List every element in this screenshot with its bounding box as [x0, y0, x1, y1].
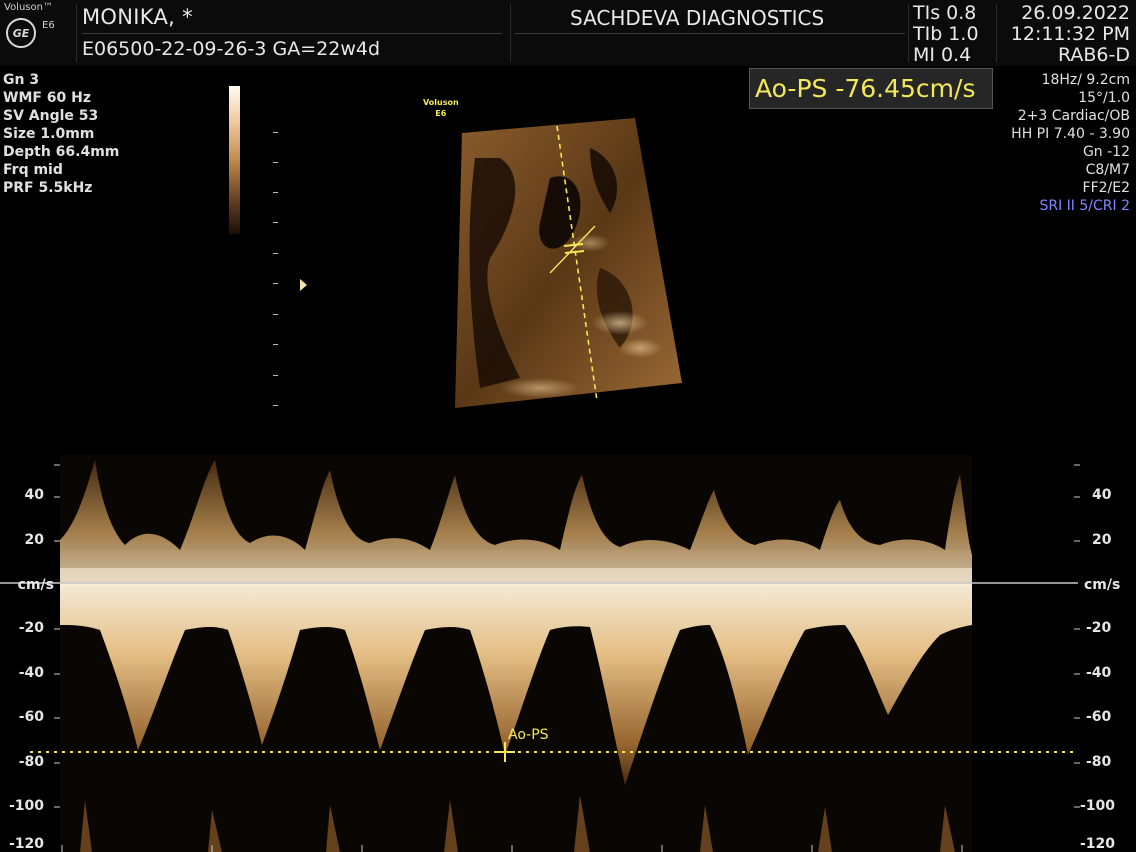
param-ff: FF2/E2	[1082, 180, 1130, 196]
param-preset: 2+3 Cardiac/OB	[1017, 108, 1130, 124]
header-divider	[996, 4, 997, 62]
param-gain: Gn 3	[3, 72, 40, 88]
y-tick-label-left: -20	[18, 620, 44, 636]
param-sri: SRI II 5/CRI 2	[1039, 198, 1130, 214]
param-angle: 15°/1.0	[1078, 90, 1130, 106]
acquisition-params: Gn 3 WMF 60 Hz SV Angle 53 Size 1.0mm De…	[3, 71, 119, 197]
param-cm: C8/M7	[1085, 162, 1130, 178]
imaging-params: 18Hz/ 9.2cm 15°/1.0 2+3 Cardiac/OB HH PI…	[1011, 71, 1130, 215]
param-wmf: WMF 60 Hz	[3, 90, 92, 106]
brand-label: Voluson™	[4, 2, 53, 13]
gray-scale-bar	[229, 86, 240, 234]
patient-name: MONIKA, *	[82, 5, 193, 29]
measurement-result-box: Ao-PS -76.45cm/s	[749, 68, 993, 109]
header-rule	[82, 33, 502, 34]
probe-name: RAB6-D	[1057, 44, 1130, 66]
depth-tick	[273, 132, 278, 133]
param-size: Size 1.0mm	[3, 126, 95, 142]
depth-tick	[273, 253, 278, 254]
depth-tick	[273, 283, 278, 284]
tis-value: TIs 0.8	[913, 2, 977, 24]
mi-value: MI 0.4	[913, 44, 972, 66]
y-tick-label-left: -80	[18, 754, 44, 770]
y-tick-label-left: -60	[18, 709, 44, 725]
patient-id: E06500-22-09-26-3 GA=22w4d	[82, 38, 381, 60]
depth-tick	[273, 222, 278, 223]
y-tick-label-right: -40	[1086, 665, 1112, 681]
image-label: Voluson E6	[423, 97, 459, 119]
y-tick-label-right: -100	[1080, 798, 1116, 814]
bmode-image	[455, 118, 682, 408]
header-divider	[76, 4, 77, 62]
y-tick-label-left: -120	[8, 836, 44, 852]
param-sv-angle: SV Angle 53	[3, 108, 99, 124]
doppler-spectrum	[0, 455, 1080, 852]
depth-tick	[273, 192, 278, 193]
param-gn: Gn -12	[1082, 144, 1130, 160]
param-hh-pi: HH PI 7.40 - 3.90	[1011, 126, 1130, 142]
y-tick-label-left: -40	[18, 665, 44, 681]
depth-tick	[273, 405, 278, 406]
y-tick-label-right: -60	[1086, 709, 1112, 725]
tib-value: TIb 1.0	[913, 23, 979, 45]
header-rule	[515, 33, 905, 34]
y-tick-label-left: -100	[8, 798, 44, 814]
y-tick-label-left: 20	[24, 532, 44, 548]
exam-date: 26.09.2022	[1021, 2, 1130, 24]
exam-time: 12:11:32 PM	[1010, 23, 1130, 45]
param-frequency: Frq mid	[3, 162, 63, 178]
header-divider	[510, 4, 511, 62]
depth-tick	[273, 162, 278, 163]
image-label-line1: Voluson	[423, 98, 459, 107]
measurement-cursor-label: Ao-PS	[508, 727, 549, 743]
y-tick-label-right: 20	[1092, 532, 1112, 548]
depth-tick	[273, 344, 278, 345]
param-frame-rate: 18Hz/ 9.2cm	[1041, 72, 1130, 88]
focus-marker-icon	[300, 279, 307, 291]
y-tick-label-right: -120	[1080, 836, 1116, 852]
param-depth: Depth 66.4mm	[3, 144, 120, 160]
ge-logo-icon: GE	[6, 18, 36, 48]
y-tick-label-right: 40	[1092, 487, 1112, 503]
depth-tick	[273, 314, 278, 315]
clinic-name: SACHDEVA DIAGNOSTICS	[570, 6, 825, 30]
y-unit-label-right: cm/s	[1084, 577, 1121, 593]
model-label: E6	[42, 20, 55, 31]
y-tick-label-right: -80	[1086, 754, 1112, 770]
y-tick-label-right: -20	[1086, 620, 1112, 636]
param-prf: PRF 5.5kHz	[3, 180, 93, 196]
depth-tick	[273, 375, 278, 376]
header-divider	[908, 4, 909, 62]
y-tick-label-left: 40	[24, 487, 44, 503]
y-unit-label-left: cm/s	[17, 577, 54, 593]
